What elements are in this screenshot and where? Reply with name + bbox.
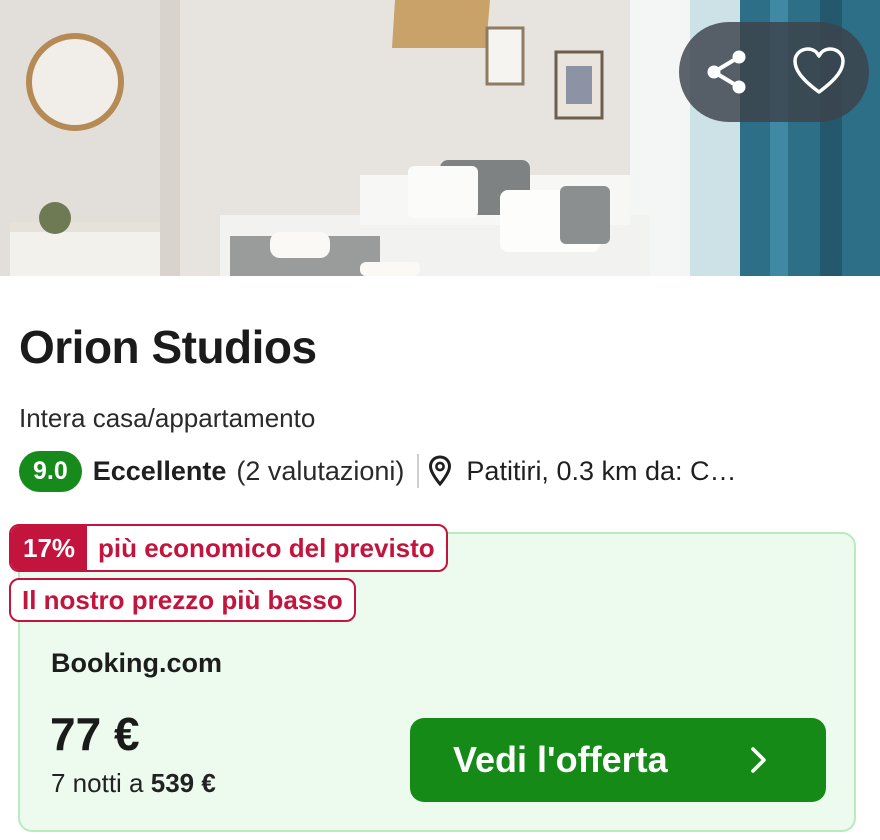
rating-score-badge: 9.0: [19, 450, 82, 492]
chevron-right-icon: [751, 747, 766, 773]
total-price: 539 €: [150, 768, 216, 798]
nightly-price: 77 €: [50, 708, 140, 760]
review-count[interactable]: (2 valutazioni): [236, 456, 404, 487]
total-price-line: 7 notti a 539 €: [51, 768, 216, 799]
divider: [417, 454, 420, 488]
lowest-price-badge: Il nostro prezzo più basso: [9, 578, 356, 622]
favorite-button[interactable]: [791, 44, 847, 100]
discount-percent: 17%: [11, 526, 88, 570]
listing-photo[interactable]: [0, 0, 880, 276]
rating-row: 9.0 Eccellente (2 valutazioni) Patitiri,…: [19, 449, 784, 493]
photo-actions: [679, 22, 869, 122]
share-button[interactable]: [699, 44, 755, 100]
listing-type: Intera casa/appartamento: [19, 403, 316, 433]
location-text[interactable]: Patitiri, 0.3 km da: C…: [466, 456, 784, 487]
rating-label: Eccellente: [92, 455, 227, 486]
nights-label: 7 notti a: [51, 768, 144, 798]
location-pin-icon: [428, 455, 452, 487]
view-offer-button[interactable]: Vedi l'offerta: [410, 718, 826, 802]
view-offer-label: Vedi l'offerta: [453, 739, 668, 780]
share-icon: [707, 50, 746, 94]
listing-title[interactable]: Orion Studios: [19, 320, 317, 374]
provider-name: Booking.com: [51, 648, 223, 678]
discount-badge: 17% più economico del previsto: [9, 524, 448, 572]
heart-icon: [793, 47, 845, 94]
discount-text: più economico del previsto: [98, 532, 435, 563]
